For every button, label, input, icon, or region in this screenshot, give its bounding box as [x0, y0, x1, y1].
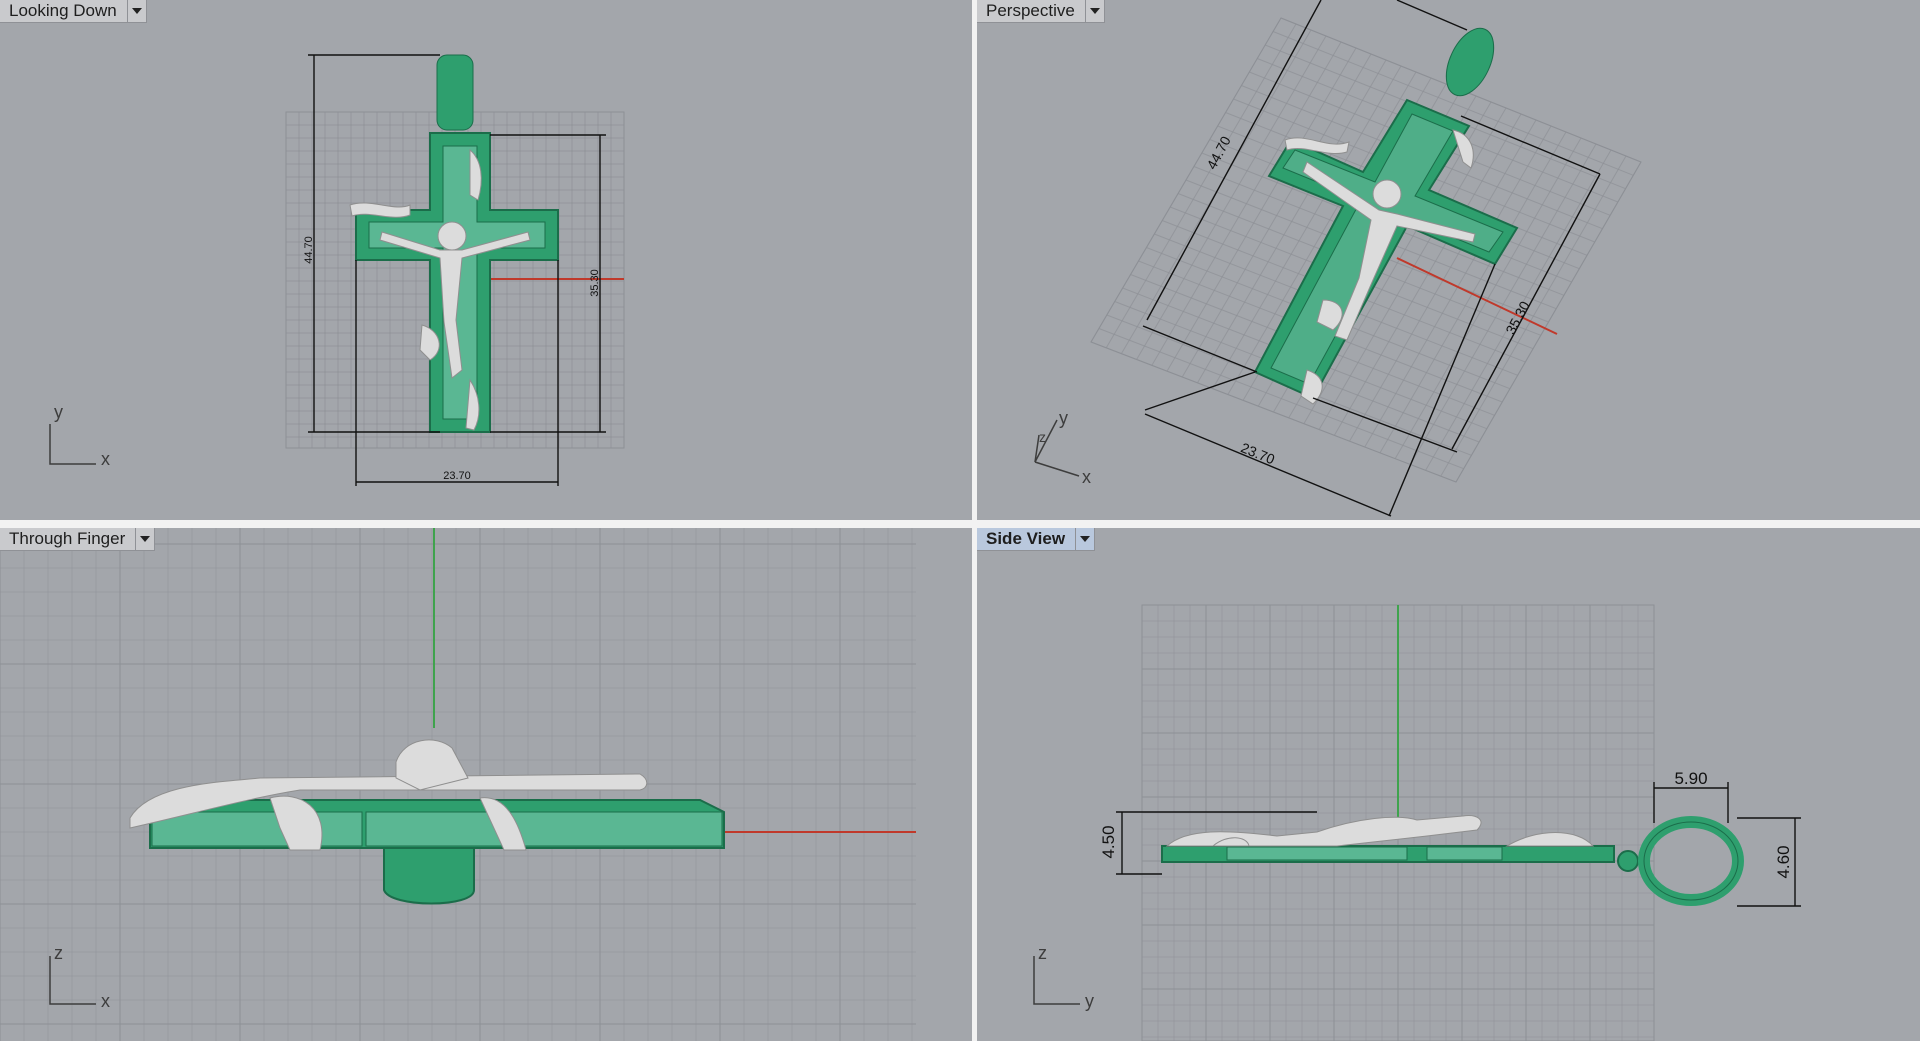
axis-label-c: z: [1039, 429, 1046, 445]
dim-width: 23.70: [443, 470, 471, 482]
viewport-title-through-finger[interactable]: Through Finger: [0, 528, 156, 551]
bail-shape: [1445, 27, 1495, 97]
axis-label-b: x: [1082, 467, 1091, 487]
bail-outline: [1643, 821, 1739, 901]
viewport-through-finger[interactable]: z x Through Finger: [0, 528, 972, 1041]
axis-label-a: z: [1038, 943, 1047, 963]
axis-label-b: x: [101, 991, 110, 1011]
viewport-title-looking-down[interactable]: Looking Down: [0, 0, 147, 23]
viewport-menu-dropdown-icon[interactable]: [126, 0, 146, 22]
viewport-menu-dropdown-icon[interactable]: [1084, 0, 1104, 22]
dim-height-total: 44.70: [1203, 133, 1234, 172]
dim-height-body: 35.30: [589, 269, 601, 297]
viewport-menu-dropdown-icon[interactable]: [135, 528, 154, 550]
through-finger-scene[interactable]: z x: [0, 528, 972, 1041]
viewport-title-text: Looking Down: [9, 1, 117, 20]
cross-inset: [151, 811, 363, 847]
side-view-scene[interactable]: 4.50 5.90 4.60 z y: [977, 528, 1920, 1041]
axis-label-a: z: [54, 943, 63, 963]
bail-shape: [436, 54, 474, 131]
axis-icon: [1033, 956, 1080, 1005]
cross-inset: [365, 811, 723, 847]
corpus-relief: [1165, 815, 1595, 847]
viewport-looking-down[interactable]: 44.70 35.30 23.70 y x Looking Down: [0, 0, 972, 520]
viewport-title-text: Side View: [986, 529, 1066, 548]
dim-bail-width: 5.90: [1674, 769, 1707, 788]
axis-label-a: y: [54, 402, 63, 422]
viewport-title-text: Through Finger: [9, 529, 126, 548]
dim-height-body: 35.30: [1502, 298, 1533, 337]
viewport-title-text: Perspective: [986, 1, 1075, 20]
axis-label-b: y: [1085, 991, 1094, 1011]
axis-label-a: y: [1059, 408, 1068, 428]
cross-inset: [1426, 846, 1503, 861]
bail-shape: [383, 843, 475, 905]
bail-link: [1617, 850, 1639, 872]
dim-relief-height: 4.50: [1099, 825, 1118, 858]
dim-bail-height: 4.60: [1774, 845, 1793, 878]
viewport-title-perspective[interactable]: Perspective: [977, 0, 1105, 23]
perspective-scene[interactable]: 44.70 35.30 23.70 y x z: [977, 0, 1920, 520]
axis-icon: [49, 956, 96, 1005]
viewport-layout: 44.70 35.30 23.70 y x Looking Down 44.70…: [0, 0, 1920, 1041]
looking-down-scene[interactable]: 44.70 35.30 23.70 y x: [0, 0, 972, 520]
viewport-menu-dropdown-icon[interactable]: [1075, 528, 1094, 550]
viewport-side-view[interactable]: 4.50 5.90 4.60 z y Side View: [977, 528, 1920, 1041]
axis-icon: [49, 424, 96, 465]
dim-width: 23.70: [1239, 439, 1278, 467]
viewport-perspective[interactable]: 44.70 35.30 23.70 y x z Perspective: [977, 0, 1920, 520]
dim-height-total: 44.70: [303, 236, 315, 264]
viewport-title-side-view[interactable]: Side View: [977, 528, 1096, 551]
x-axis-line: [1396, 257, 1558, 335]
cross-inset: [1226, 846, 1408, 861]
axis-label-b: x: [101, 449, 110, 469]
